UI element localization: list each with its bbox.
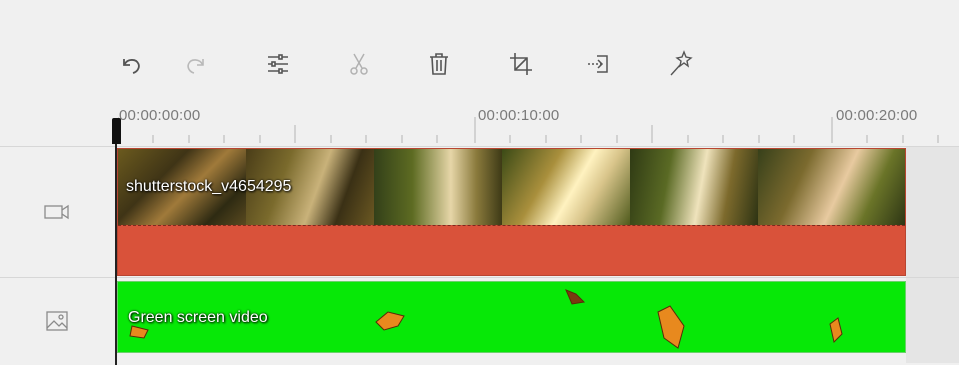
scissors-icon [350, 53, 368, 75]
video-thumbnail [630, 149, 758, 225]
image-track-header[interactable] [0, 278, 114, 363]
sliders-icon [268, 54, 288, 74]
video-thumbnail [502, 149, 630, 225]
cut-button[interactable] [338, 38, 380, 90]
magic-button[interactable] [660, 38, 702, 90]
crop-button[interactable] [500, 38, 542, 90]
undo-icon [123, 59, 140, 74]
video-track-header[interactable] [0, 147, 114, 277]
track-divider [0, 277, 959, 278]
green-clip-title: Green screen video [128, 309, 268, 326]
trash-icon [430, 53, 448, 75]
delete-button[interactable] [418, 38, 460, 90]
video-camera-icon [44, 204, 69, 220]
export-button[interactable] [578, 38, 620, 90]
export-icon [588, 55, 608, 73]
timeline-toolbar [100, 38, 720, 90]
magic-wand-icon [670, 50, 693, 76]
adjust-button[interactable] [257, 38, 299, 90]
crop-icon [510, 53, 532, 75]
ruler-ticks [118, 117, 939, 143]
playhead-handle[interactable] [112, 118, 121, 144]
track-divider [0, 146, 959, 147]
green-screen-clip[interactable]: Green screen video [117, 281, 906, 353]
timeline-ruler[interactable]: 00:00:00:00 00:00:10:00 00:00:20:00 [0, 95, 959, 145]
video-thumbnail [758, 149, 905, 225]
image-icon [46, 310, 68, 331]
redo-button[interactable] [175, 38, 217, 90]
playhead-line[interactable] [115, 118, 117, 365]
redo-icon [187, 59, 204, 74]
image-track-empty-area[interactable] [906, 278, 959, 363]
video-clip[interactable]: shutterstock_v4654295 [117, 148, 906, 276]
video-track-empty-area[interactable] [906, 147, 959, 277]
undo-button[interactable] [110, 38, 152, 90]
video-clip-title: shutterstock_v4654295 [126, 178, 292, 195]
video-thumbnail [374, 149, 502, 225]
